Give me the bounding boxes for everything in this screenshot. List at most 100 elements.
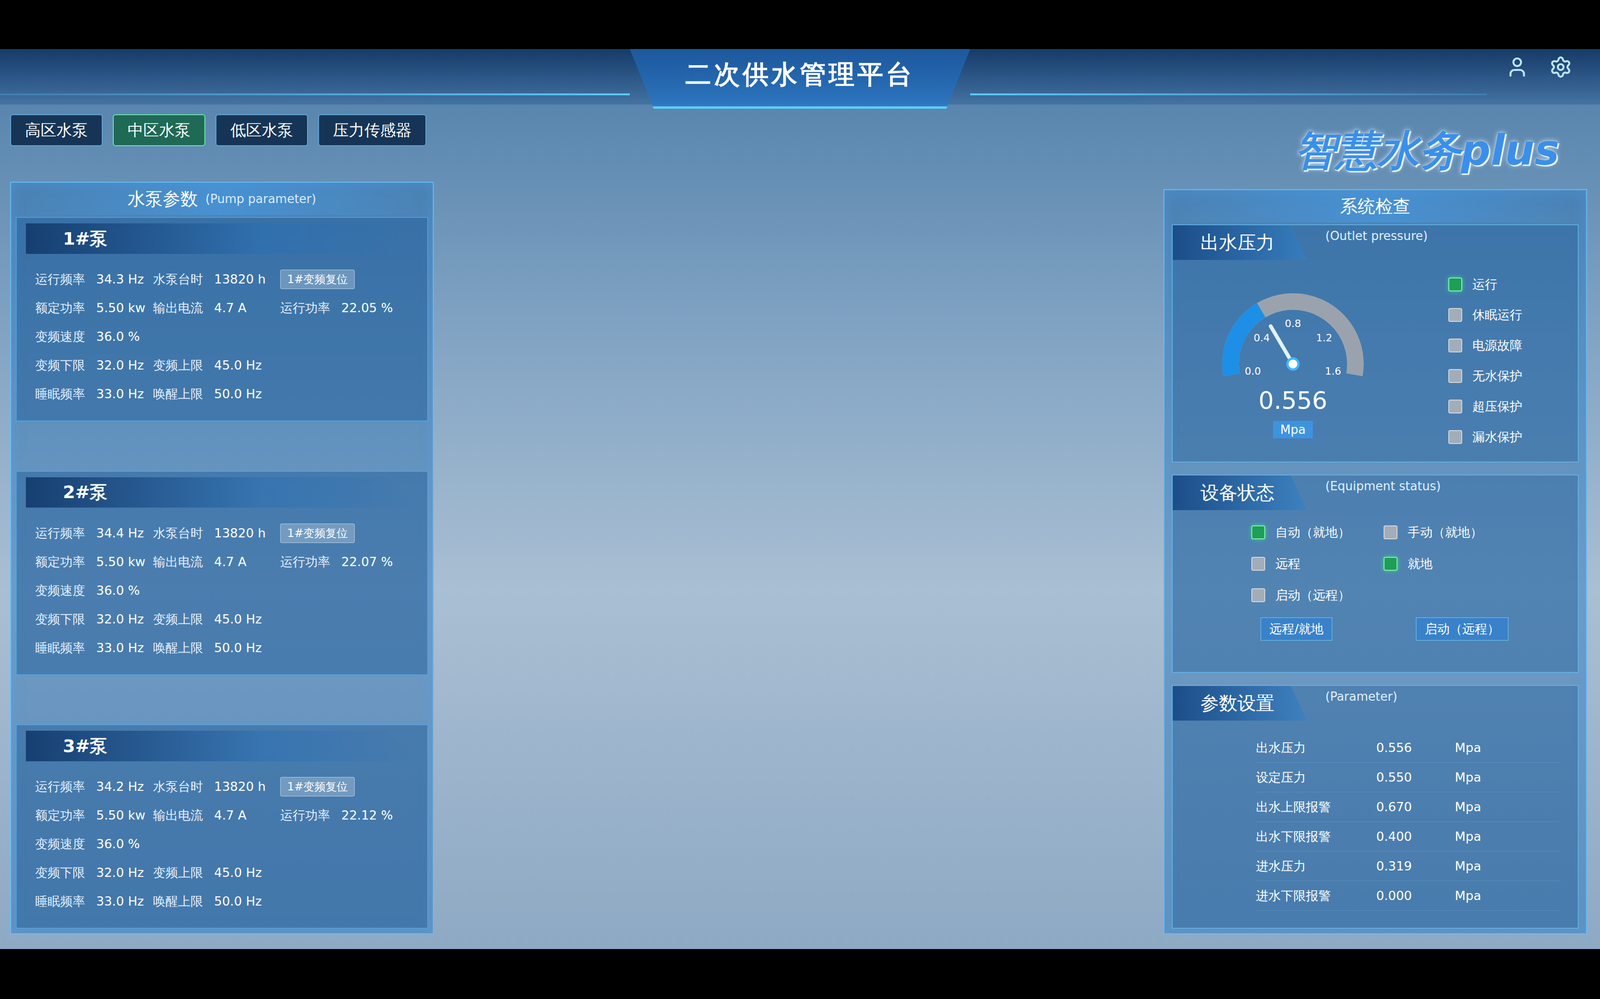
field-value: 50.0 Hz <box>214 386 262 401</box>
field-value: 4.7 A <box>214 554 247 569</box>
status-square <box>1251 525 1266 540</box>
pump-field: 变频下限 32.0 Hz <box>35 610 154 628</box>
section-head: 设备状态(Equipment status) <box>1172 475 1578 511</box>
field-label: 变频上限 <box>153 610 208 628</box>
top-letterbox <box>0 0 1600 50</box>
field-value: 5.50 kw <box>96 300 146 315</box>
zone-tab[interactable]: 中区水泵 <box>112 114 206 147</box>
status-label: 超压保护 <box>1472 398 1523 415</box>
field-value: 33.0 Hz <box>96 893 144 909</box>
field-label: 输出电流 <box>153 299 208 317</box>
parameter-row: 出水下限报警0.400Mpa <box>1255 821 1560 852</box>
pump-field: 唤醒上限50.0 Hz <box>153 892 281 910</box>
status-square <box>1383 556 1398 571</box>
settings-icon[interactable] <box>1549 55 1573 79</box>
pump-name: 1#泵 <box>25 223 419 254</box>
pump-name: 2#泵 <box>25 477 419 508</box>
pump-field: 运行频率34.4 Hz <box>35 524 154 542</box>
status-label: 休眠运行 <box>1472 306 1523 324</box>
parameter-value: 0.670 <box>1376 799 1455 814</box>
parameter-row: 出水上限报警0.670Mpa <box>1255 792 1560 822</box>
field-value: 5.50 kw <box>96 554 146 569</box>
section-title: 出水压力 <box>1172 225 1307 260</box>
zone-tab[interactable]: 低区水泵 <box>215 114 308 147</box>
pump-field: 额定功率 5.50 kw <box>35 299 154 317</box>
field-label: 运行频率 <box>35 778 90 795</box>
pump-row: 额定功率5.50 kw输出电流4.7 A运行功率22.07 % <box>35 547 409 577</box>
field-label: 睡眠频率 <box>35 892 90 910</box>
field-label: 变频下限 <box>35 356 90 374</box>
gauge-tick: 1.2 <box>1316 332 1333 344</box>
zone-tabs: 高区水泵中区水泵低区水泵压力传感器 <box>10 114 434 147</box>
parameter-value: 0.550 <box>1376 769 1455 785</box>
pump-field: 运行功率22.07 % <box>280 553 409 571</box>
reset-button[interactable]: 1#变频复位 <box>280 523 355 543</box>
pump-field: 变频下限 32.0 Hz <box>35 864 154 881</box>
status-label: 自动（就地） <box>1275 523 1351 541</box>
status-square <box>1448 277 1463 292</box>
pump-card: 3#泵运行频率34.2 Hz水泵台时13820 h1#变频复位额定功率5.50 … <box>15 724 429 929</box>
pump-row: 变频下限32.0 Hz变频上限45.0 Hz <box>35 858 409 887</box>
field-label: 变频下限 <box>35 864 90 881</box>
right-column: 智慧水务plus系统检查出水压力(Outlet pressure)0.00.40… <box>1163 104 1588 935</box>
scene: 二次供水管理平台高区水泵中区水泵低区水泵压力传感器水泵参数(Pump param… <box>0 49 1600 949</box>
zone-tab[interactable]: 高区水泵 <box>10 114 103 147</box>
field-value: 36.0 % <box>96 583 140 598</box>
pump-row: 额定功率5.50 kw输出电流4.7 A运行功率22.05 % <box>35 293 409 323</box>
reset-button[interactable]: 1#变频复位 <box>280 269 355 290</box>
user-icon[interactable] <box>1505 55 1529 79</box>
status-indicator: 运行 <box>1448 276 1523 293</box>
status-indicator: 就地 <box>1383 555 1569 573</box>
field-value: 13820 h <box>214 525 266 541</box>
status-label: 就地 <box>1407 555 1433 573</box>
pump-field: 水泵台时13820 h <box>153 778 281 795</box>
pump-field: 变频速度36.0 % <box>35 582 154 599</box>
zone-tab[interactable]: 压力传感器 <box>318 114 427 147</box>
pump-panel: 水泵参数(Pump parameter)1#泵运行频率34.3 Hz水泵台时13… <box>10 181 434 935</box>
field-label: 变频下限 <box>35 610 90 628</box>
header: 二次供水管理平台 <box>0 49 1600 105</box>
equipment-button[interactable]: 远程/就地 <box>1260 617 1333 641</box>
field-label: 变频速度 <box>35 835 90 853</box>
pump-row: 睡眠频率33.0 Hz唤醒上限50.0 Hz <box>35 379 409 409</box>
pump-field: 输出电流4.7 A <box>153 806 281 824</box>
field-label: 额定功率 <box>35 299 90 317</box>
reset-button[interactable]: 1#变频复位 <box>280 776 355 797</box>
field-label: 水泵台时 <box>153 778 208 795</box>
field-value: 22.07 % <box>341 554 394 569</box>
logo: 智慧水务plus <box>1294 122 1560 179</box>
header-line <box>0 93 630 96</box>
pump-field: 唤醒上限50.0 Hz <box>153 385 281 403</box>
pump-row: 睡眠频率 33.0 Hz 唤醒上限50.0 Hz <box>35 886 409 916</box>
field-value: 5.50 kw <box>96 807 146 823</box>
status-square <box>1251 556 1266 571</box>
content: 高区水泵中区水泵低区水泵压力传感器水泵参数(Pump parameter)1#泵… <box>0 104 1600 949</box>
parameter-unit: Mpa <box>1454 829 1560 844</box>
section-subtitle: (Outlet pressure) <box>1325 228 1428 243</box>
status-indicator: 手动（就地） <box>1383 523 1569 541</box>
field-label: 运行功率 <box>280 806 335 824</box>
field-label: 唤醒上限 <box>153 639 208 657</box>
gauge-tick: 0.8 <box>1285 317 1302 330</box>
status-square <box>1251 588 1266 603</box>
header-right <box>970 49 1600 109</box>
pump-field: 输出电流4.7 A <box>153 553 281 571</box>
pump-rows: 运行频率34.4 Hz水泵台时13820 h1#变频复位额定功率5.50 kw输… <box>16 507 428 663</box>
parameter-label: 出水压力 <box>1255 739 1377 757</box>
field-label: 变频上限 <box>153 864 208 881</box>
field-value: 22.12 % <box>341 807 394 823</box>
field-label: 水泵台时 <box>153 270 208 288</box>
parameter-value: 0.000 <box>1376 888 1455 903</box>
status-indicator: 无水保护 <box>1448 367 1523 385</box>
pump-list: 1#泵运行频率34.3 Hz水泵台时13820 h1#变频复位额定功率5.50 … <box>11 215 433 934</box>
status-legend: 运行休眠运行电源故障无水保护超压保护漏水保护 <box>1448 276 1551 446</box>
section-head: 出水压力 (Outlet pressure) <box>1172 225 1578 260</box>
field-value: 32.0 Hz <box>96 611 144 627</box>
parameter-section: 参数设置(Parameter)出水压力0.556Mpa设定压力0.550Mpa出… <box>1171 684 1579 929</box>
field-value: 32.0 Hz <box>96 865 144 880</box>
pump-row: 变频下限 32.0 Hz 变频上限45.0 Hz <box>35 604 409 634</box>
equipment-button[interactable]: 启动（远程） <box>1415 617 1509 641</box>
pump-field: 睡眠频率33.0 Hz <box>35 639 154 657</box>
pump-field: 变频上限45.0 Hz <box>153 610 281 628</box>
pump-card: 2#泵运行频率34.4 Hz水泵台时13820 h1#变频复位额定功率5.50 … <box>15 470 429 676</box>
